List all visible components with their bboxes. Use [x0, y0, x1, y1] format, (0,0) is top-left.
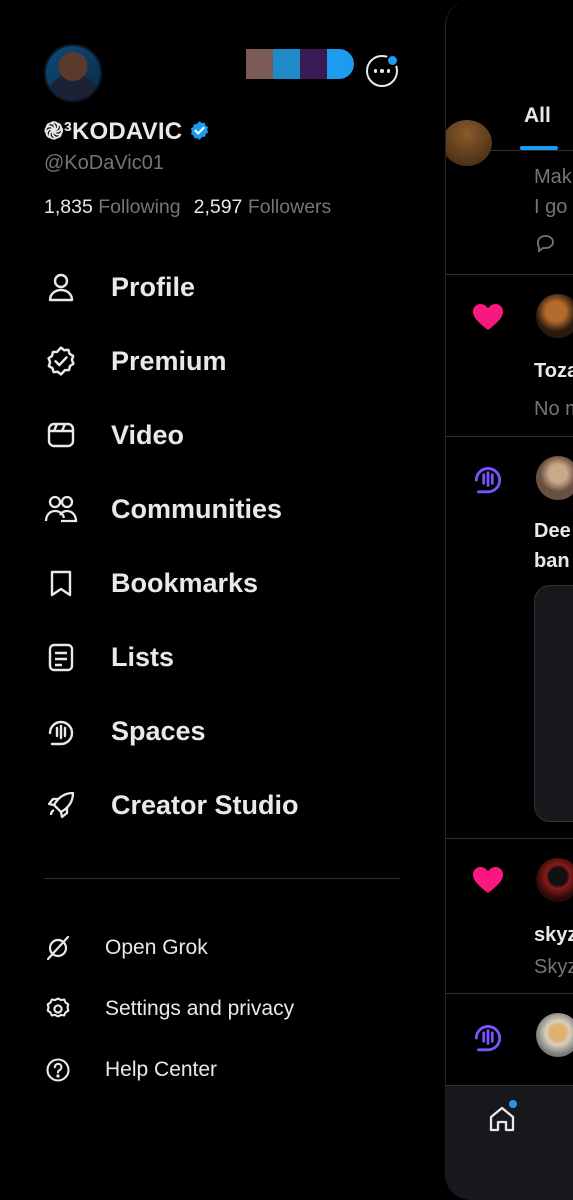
avatar	[536, 858, 573, 902]
gear-icon	[44, 995, 72, 1023]
menu-item-label: Open Grok	[105, 936, 208, 959]
more-accounts-button[interactable]	[366, 54, 399, 87]
menu-item-open-grok[interactable]: Open Grok	[44, 930, 208, 966]
space-card[interactable]	[534, 585, 573, 822]
display-name[interactable]: ֎³KODAVIC	[44, 114, 210, 147]
avatar	[536, 294, 573, 338]
menu-item-help-center[interactable]: Help Center	[44, 1052, 217, 1088]
menu-item-label: Creator Studio	[111, 789, 299, 820]
feed-text: Toza	[534, 360, 573, 382]
divider	[446, 274, 573, 275]
other-accounts-switcher[interactable]	[246, 49, 354, 79]
menu-item-spaces[interactable]: Spaces	[44, 708, 206, 754]
account-avatar[interactable]	[273, 49, 300, 79]
home-icon[interactable]	[487, 1104, 517, 1134]
menu-item-label: Bookmarks	[111, 567, 259, 598]
menu-item-label: Communities	[111, 493, 283, 524]
menu-item-lists[interactable]: Lists	[44, 634, 174, 680]
menu-item-bookmarks[interactable]: Bookmarks	[44, 560, 258, 606]
avatar	[536, 456, 573, 500]
verified-badge-icon	[191, 121, 209, 140]
followers-label: Followers	[247, 196, 332, 218]
spaces-icon	[44, 714, 78, 748]
heart-icon	[473, 304, 503, 330]
menu-item-label: Premium	[111, 345, 227, 376]
feed-text: skyz	[534, 924, 573, 946]
menu-item-label: Profile	[111, 271, 196, 302]
menu-item-settings-and-privacy[interactable]: Settings and privacy	[44, 991, 294, 1027]
display-name-text: ֎³KODAVIC	[44, 118, 183, 145]
menu-item-label: Video	[111, 419, 185, 450]
feed-text: Mak	[534, 166, 572, 188]
notification-dot	[509, 1100, 517, 1108]
home-feed-peek: All Mak I go Toza No m Dee ban skyz Skyz	[445, 0, 573, 1200]
tab-all[interactable]: All	[524, 104, 551, 128]
grok-icon	[44, 934, 72, 962]
menu-item-label: Spaces	[111, 715, 206, 746]
avatar	[536, 1013, 573, 1057]
divider	[446, 993, 573, 994]
menu-item-video[interactable]: Video	[44, 412, 184, 458]
menu-item-creator-studio[interactable]: Creator Studio	[44, 782, 299, 828]
heart-icon	[473, 867, 503, 893]
reply-icon[interactable]	[534, 232, 556, 254]
follow-stats: 1,835 Following 2,597 Followers	[44, 196, 331, 219]
account-avatar[interactable]	[300, 49, 327, 79]
followers-link[interactable]: 2,597 Followers	[194, 196, 332, 218]
more-icon	[373, 69, 391, 73]
avatar	[446, 120, 492, 166]
bottom-navigation-bar	[446, 1085, 573, 1200]
rocket-icon	[44, 788, 78, 822]
following-link[interactable]: 1,835 Following	[44, 196, 181, 218]
menu-item-label: Lists	[111, 641, 175, 672]
user-handle[interactable]: @KoDaVic01	[44, 152, 164, 175]
feed-text: ban	[534, 550, 570, 572]
avatar[interactable]	[44, 44, 102, 102]
spaces-icon	[474, 1025, 502, 1052]
followers-count: 2,597	[193, 196, 243, 218]
feed-text: Dee	[534, 520, 571, 542]
following-label: Following	[98, 196, 181, 218]
menu-item-profile[interactable]: Profile	[44, 264, 195, 310]
person-icon	[44, 270, 78, 304]
divider	[44, 878, 400, 879]
feed-text: No m	[534, 398, 573, 420]
help-icon	[44, 1056, 72, 1084]
menu-item-label: Help Center	[105, 1058, 218, 1081]
menu-item-premium[interactable]: Premium	[44, 338, 227, 384]
divider	[446, 838, 573, 839]
premium-badge-icon	[44, 344, 78, 378]
navigation-drawer: ֎³KODAVIC @KoDaVic01 1,835 Following 2,59…	[0, 0, 445, 1200]
bookmark-icon	[44, 566, 78, 600]
notification-dot	[386, 54, 399, 67]
feed-text: Skyz	[534, 956, 573, 978]
menu-item-communities[interactable]: Communities	[44, 486, 282, 532]
list-icon	[44, 640, 78, 674]
account-avatar[interactable]	[246, 49, 273, 79]
account-avatar[interactable]	[327, 49, 354, 79]
communities-icon	[44, 492, 78, 526]
menu-item-label: Settings and privacy	[105, 997, 295, 1020]
following-count: 1,835	[44, 196, 93, 218]
spaces-icon	[474, 467, 502, 494]
video-icon	[44, 418, 78, 452]
feed-text: I go	[534, 196, 568, 218]
divider	[446, 436, 573, 437]
